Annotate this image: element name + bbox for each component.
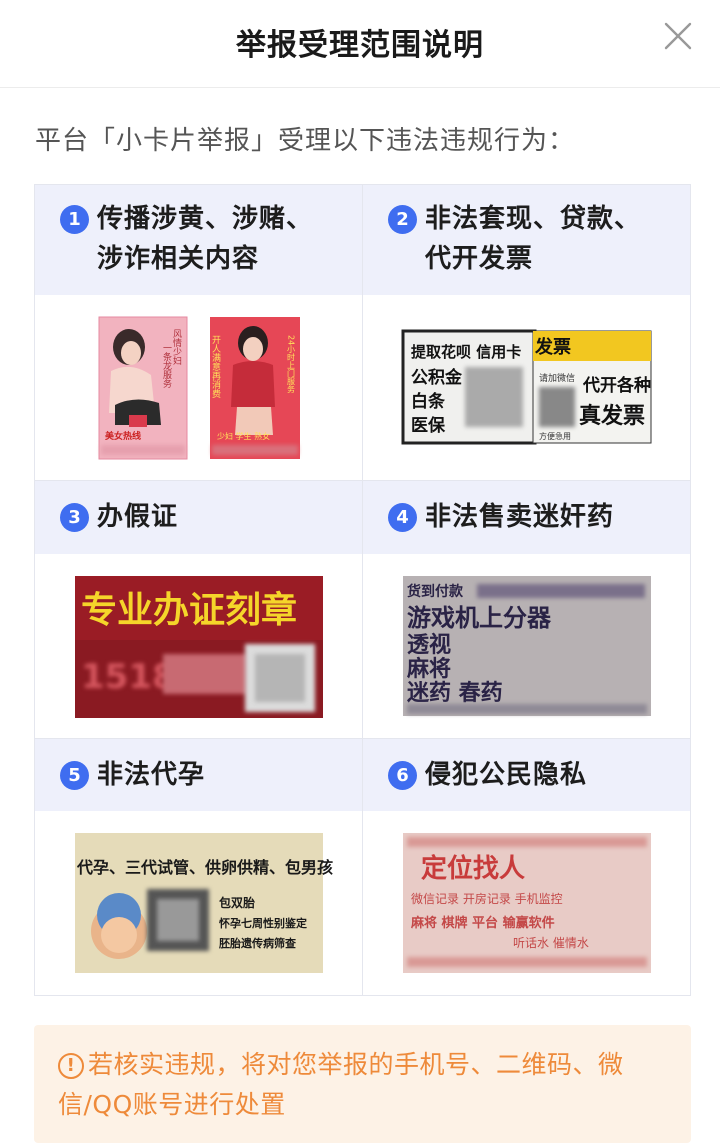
notice-text: 若核实违规，将对您举报的手机号、二维码、微信/QQ账号进行处置	[58, 1050, 624, 1119]
card-text: 微信记录 开房记录 手机监控	[411, 891, 563, 906]
card-text: 透视	[407, 632, 451, 658]
category-cell-6: 6 侵犯公民隐私 定位找人 微信记录 开房记录 手机监控 麻将 棋牌 平台 输赢…	[363, 739, 690, 996]
card-text: 发票	[534, 336, 571, 358]
category-cell-2: 2 非法套现、贷款、 代开发票 提取花呗 信用卡 公积金 白条 医保 发票 请加…	[363, 185, 690, 480]
card-text: 白条	[411, 391, 446, 412]
category-title-line: 非法售卖迷奸药	[425, 502, 615, 532]
category-title-line: 侵犯公民隐私	[425, 760, 588, 790]
example-image: 风情少妇 一条龙服务 美女热线 开人满意再消费 24小时上门服务 少妇 学生 熟…	[35, 295, 362, 480]
card-text: 少妇 学生 熟女	[217, 431, 270, 441]
example-image: 定位找人 微信记录 开房记录 手机监控 麻将 棋牌 平台 输赢软件 听话水 催情…	[363, 811, 690, 996]
category-title-line: 非法套现、贷款、	[425, 204, 642, 234]
example-image: 代孕、三代试管、供卵供精、包男孩 包双胎 怀孕七周性别鉴定 胚胎遗传病筛查	[35, 811, 362, 996]
card-text: 请加微信	[539, 372, 575, 384]
number-badge: 5	[60, 761, 89, 790]
category-title-line: 办假证	[97, 502, 179, 532]
dialog-title: 举报受理范围说明	[236, 28, 484, 63]
category-title-line: 代开发票	[425, 244, 534, 274]
category-cell-1: 1 传播涉黄、涉赌、 涉诈相关内容 风情少妇 一条龙服务 美女热线 开人满意再消…	[35, 185, 362, 480]
card-text: 游戏机上分器	[407, 604, 552, 632]
card-text: 一条龙服务	[161, 343, 172, 389]
category-title-line: 涉诈相关内容	[97, 244, 260, 274]
card-text: 代孕、三代试管、供卵供精、包男孩	[76, 858, 333, 877]
category-cell-3: 3 办假证 专业办证刻章 1518	[35, 481, 362, 738]
card-text: 定位找人	[421, 853, 525, 884]
category-title-line: 传播涉黄、涉赌、	[97, 204, 314, 234]
close-icon[interactable]	[656, 18, 700, 58]
card-text: 开人满意再消费	[210, 335, 221, 399]
card-text: 麻将 棋牌 平台 输赢软件	[410, 915, 555, 931]
notice-banner: ! 若核实违规，将对您举报的手机号、二维码、微信/QQ账号进行处置	[34, 1025, 691, 1143]
card-text: 包双胎	[218, 895, 255, 910]
example-image: 专业办证刻章 1518	[35, 554, 362, 738]
warning-icon: !	[58, 1053, 84, 1079]
intro-text: 平台「小卡片举报」受理以下违法违规行为：	[35, 126, 576, 156]
card-text: 公积金	[411, 367, 463, 388]
category-header: 6 侵犯公民隐私	[363, 739, 690, 811]
card-text: 专业办证刻章	[81, 589, 297, 631]
card-text: 提取花呗 信用卡	[411, 343, 521, 361]
category-header: 5 非法代孕	[35, 739, 362, 811]
category-header: 3 办假证	[35, 481, 362, 554]
category-header: 4 非法售卖迷奸药	[363, 481, 690, 554]
card-text: 真发票	[579, 403, 645, 429]
example-image: 货到付款 游戏机上分器 透视 麻将 迷药 春药	[363, 554, 690, 738]
category-grid: 1 传播涉黄、涉赌、 涉诈相关内容 风情少妇 一条龙服务 美女热线 开人满意再消…	[34, 184, 691, 996]
number-badge: 4	[388, 503, 417, 532]
card-text: 方便急用	[539, 431, 571, 441]
number-badge: 3	[60, 503, 89, 532]
number-badge: 1	[60, 205, 89, 234]
dialog-header: 举报受理范围说明	[0, 0, 720, 88]
card-text: 麻将	[406, 656, 451, 682]
card-text: 听话水 催情水	[513, 936, 589, 950]
card-text: 迷药 春药	[406, 681, 503, 706]
card-text: 美女热线	[105, 430, 141, 442]
card-text: 怀孕七周性别鉴定	[219, 916, 307, 930]
card-text: 24小时上门服务	[287, 335, 296, 394]
category-header: 2 非法套现、贷款、 代开发票	[363, 185, 690, 295]
category-header: 1 传播涉黄、涉赌、 涉诈相关内容	[35, 185, 362, 295]
card-text: 风情少妇	[171, 329, 182, 365]
card-text: 1518	[81, 657, 176, 697]
card-text: 胚胎遗传病筛查	[218, 936, 296, 950]
card-text: 代开各种	[582, 375, 651, 396]
card-text: 货到付款	[406, 583, 464, 600]
number-badge: 6	[388, 761, 417, 790]
card-text: 医保	[411, 415, 446, 436]
example-image: 提取花呗 信用卡 公积金 白条 医保 发票 请加微信 代开各种 真发票 方便急用	[363, 295, 690, 480]
category-cell-4: 4 非法售卖迷奸药 货到付款 游戏机上分器 透视 麻将 迷药 春药	[363, 481, 690, 738]
category-cell-5: 5 非法代孕 代孕、三代试管、供卵供精、包男孩 包双胎 怀孕七周性别鉴定 胚胎遗…	[35, 739, 362, 996]
category-title-line: 非法代孕	[97, 760, 206, 790]
number-badge: 2	[388, 205, 417, 234]
notice-content: ! 若核实违规，将对您举报的手机号、二维码、微信/QQ账号进行处置	[58, 1045, 674, 1125]
